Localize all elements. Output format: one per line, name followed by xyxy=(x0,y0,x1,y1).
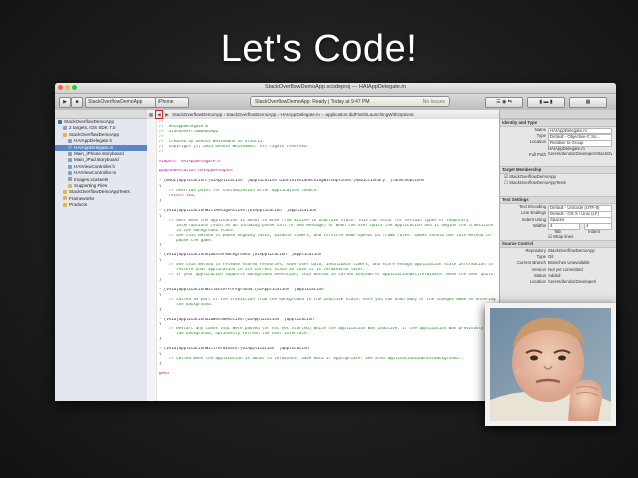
file-icon xyxy=(68,151,72,156)
navigator-item-label: Products xyxy=(69,202,88,208)
navigator-item-label: HAIAppDelegate.h xyxy=(74,138,113,144)
destination-selector[interactable]: iPhone xyxy=(155,97,189,108)
inspector-tabs[interactable] xyxy=(500,110,616,119)
wrap-checkbox[interactable]: ☑ xyxy=(548,234,552,239)
activity-status: StackOverflowDemoApp: Ready | Today at 9… xyxy=(255,99,370,105)
folder-icon xyxy=(63,190,67,195)
fullpath-label: Full Path xyxy=(529,151,546,157)
code-line[interactable]: // Use this method to pause ongoing task… xyxy=(159,234,498,239)
toolbar: ▶ ■ StackOverflowDemoApp iPhone StackOve… xyxy=(55,94,616,111)
slide-title: Let's Code! xyxy=(220,28,418,70)
source-editor[interactable]: //// HAIAppDelegate.m// StackOverflowDem… xyxy=(147,119,500,401)
target-checkbox[interactable]: ☐ xyxy=(504,180,508,185)
view-toggle-control[interactable]: ▮ ▬ ▮ xyxy=(527,97,565,108)
code-line[interactable]: // Sent when the application is about to… xyxy=(159,219,498,224)
navigator-item-label: Images.xcassets xyxy=(74,176,109,182)
navigator-item-label: 2 targets, iOS SDK 7.0 xyxy=(69,125,116,131)
navigator-item-label: StackOverflowDemoApp xyxy=(64,119,115,124)
run-button[interactable]: ▶ xyxy=(59,97,71,108)
back-arrow-icon[interactable]: ◀ xyxy=(155,110,163,119)
activity-view: StackOverflowDemoApp: Ready | Today at 9… xyxy=(250,96,450,107)
forward-arrow-icon[interactable]: ▶ xyxy=(163,110,171,119)
navigator-item-label: Supporting Files xyxy=(74,182,108,188)
file-icon xyxy=(63,126,67,131)
window-titlebar: StackOverflowDemoApp.xcodeproj — HAIAppD… xyxy=(55,83,616,94)
navigator-item-label: HAIAppDelegate.m xyxy=(74,144,114,150)
navigator-item-label: HAIViewController.m xyxy=(74,170,117,176)
baby-photo-image xyxy=(490,308,611,421)
target-section-title: Target Membership xyxy=(500,165,616,174)
target-1-label: StackOverflowDemoApp xyxy=(509,173,556,179)
editor-gutter[interactable] xyxy=(147,119,157,401)
navigator-item-label: Main_iPad.storyboard xyxy=(74,157,119,163)
navigator-item-label: StackOverflowDemoApp xyxy=(69,131,120,137)
project-icon xyxy=(58,119,62,124)
grid-icon[interactable]: ▦ xyxy=(147,110,155,119)
sc-location-label: Location xyxy=(529,279,546,284)
navigator-item-label: StackOverflowDemoAppTests xyxy=(69,189,130,195)
folder-icon xyxy=(68,183,72,188)
project-navigator: StackOverflowDemoApp 2 targets, iOS SDK 7… xyxy=(55,110,148,401)
issues-status: No Issues xyxy=(422,99,445,105)
navigator-tabs[interactable] xyxy=(55,110,147,119)
jump-bar-path[interactable]: StackOverflowDemoApp › StackOverflowDemo… xyxy=(172,112,414,117)
navigator-item[interactable]: Products xyxy=(55,202,147,208)
sc-location-value: /Users/dennis/Developer/ xyxy=(548,279,597,284)
editor-mode-control[interactable]: ☰ ◉ ⇆ xyxy=(485,97,523,108)
fullpath-value: /Users/dennis/Developer/StackOverflowDem… xyxy=(548,151,612,156)
file-icon xyxy=(68,138,72,143)
identity-section-title: Identity and Type xyxy=(500,119,616,127)
file-icon xyxy=(68,145,72,150)
code-text[interactable]: //// HAIAppDelegate.m// StackOverflowDem… xyxy=(159,120,498,377)
window-title: StackOverflowDemoApp.xcodeproj — HAIAppD… xyxy=(265,84,406,90)
file-icon xyxy=(68,158,72,163)
target-checkbox[interactable]: ☑ xyxy=(504,174,508,179)
navigator-item-label: Frameworks xyxy=(69,195,95,201)
scheme-selector[interactable]: StackOverflowDemoApp xyxy=(85,97,157,108)
navigator-list: StackOverflowDemoApp 2 targets, iOS SDK 7… xyxy=(55,119,147,208)
folder-icon xyxy=(63,202,67,207)
success-kid-photo xyxy=(485,303,616,426)
navigator-item-label: Main_iPhone.storyboard xyxy=(74,150,124,156)
text-settings-title: Text Settings xyxy=(500,196,616,205)
stop-button[interactable]: ■ xyxy=(71,97,83,108)
file-icon xyxy=(68,177,72,182)
navigator-item-label: HAIViewController.h xyxy=(74,163,116,169)
code-line[interactable]: // Called when the application is about … xyxy=(159,357,498,362)
code-line[interactable]: interruptions (such as an incoming phone… xyxy=(159,224,498,229)
code-line[interactable]: // Called as part of the transition from… xyxy=(159,298,498,303)
file-icon xyxy=(68,164,72,169)
source-control-title: Source Control xyxy=(500,240,616,249)
organizer-button[interactable]: ▦ xyxy=(569,97,607,108)
code-line[interactable]: @end xyxy=(159,372,498,377)
code-line[interactable]: // If your application supports backgrou… xyxy=(159,273,498,278)
file-icon xyxy=(63,132,67,137)
file-icon xyxy=(68,170,72,175)
wrap-lines-label: Wrap lines xyxy=(553,233,574,239)
target-2-label: StackOverflowDemoAppTests xyxy=(509,179,566,185)
folder-icon xyxy=(63,196,67,201)
